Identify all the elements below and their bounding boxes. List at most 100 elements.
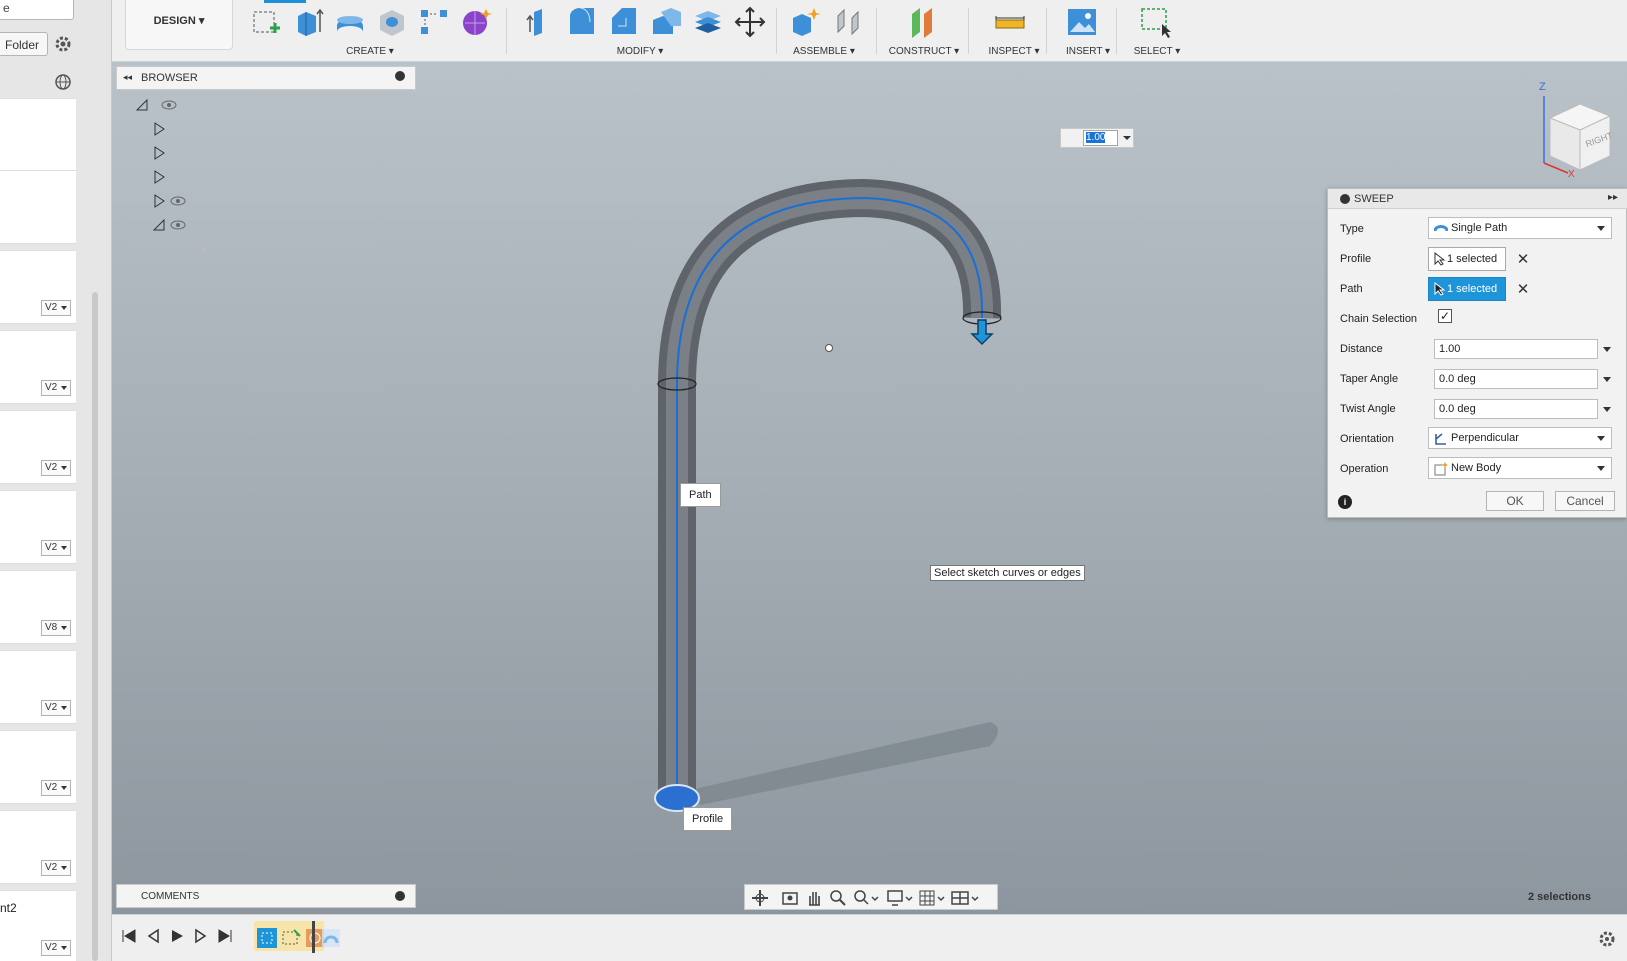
scrollbar[interactable]: [92, 292, 98, 961]
file-card[interactable]: V2: [0, 650, 76, 724]
timeline-plane-icon[interactable]: [280, 927, 302, 949]
play-icon[interactable]: [168, 927, 186, 945]
display-settings-icon[interactable]: [887, 889, 913, 907]
expand-triangle-icon[interactable]: [152, 194, 166, 208]
search-input[interactable]: e: [0, 0, 74, 20]
move-icon[interactable]: [734, 6, 766, 38]
file-card[interactable]: [0, 98, 76, 172]
create-sketch-icon[interactable]: [250, 6, 282, 38]
distance-input[interactable]: 1.00: [1434, 339, 1598, 359]
previous-step-icon[interactable]: [144, 927, 162, 945]
version-badge[interactable]: V2: [41, 860, 71, 876]
version-badge[interactable]: V2: [41, 940, 71, 956]
joint-icon[interactable]: [832, 6, 864, 38]
timeline-sketch-icon[interactable]: [256, 927, 278, 949]
visibility-eye-icon[interactable]: [170, 172, 186, 182]
select-icon[interactable]: [1140, 6, 1172, 38]
inspect-menu[interactable]: INSPECT ▾: [982, 46, 1046, 57]
orbit-icon[interactable]: [751, 889, 769, 907]
next-step-icon[interactable]: [192, 927, 210, 945]
distance-manipulator-value[interactable]: 1.00: [1083, 130, 1118, 146]
press-pull-icon[interactable]: [524, 6, 556, 38]
version-badge[interactable]: V2: [41, 700, 71, 716]
expand-triangle-icon[interactable]: [152, 146, 166, 160]
select-menu[interactable]: SELECT ▾: [1128, 46, 1186, 57]
shell-icon[interactable]: [650, 6, 682, 38]
insert-menu[interactable]: INSERT ▾: [1060, 46, 1116, 57]
extrude-icon[interactable]: [292, 6, 324, 38]
taper-angle-input[interactable]: 0.0 deg: [1434, 369, 1598, 389]
expand-triangle-icon[interactable]: [152, 122, 166, 136]
gear-icon[interactable]: [53, 34, 73, 54]
sweep-dialog-header[interactable]: SWEEP ▸▸: [1328, 189, 1627, 209]
timeline-sweep-icon[interactable]: [320, 927, 342, 949]
version-badge[interactable]: V8: [41, 620, 71, 636]
workspace-switcher[interactable]: DESIGN: [125, 0, 233, 50]
file-card[interactable]: V2: [0, 330, 76, 404]
add-comment-icon[interactable]: [395, 891, 405, 901]
collapse-triangle-icon[interactable]: [152, 218, 166, 232]
timeline-marker[interactable]: [312, 921, 315, 953]
ok-button[interactable]: OK: [1486, 491, 1544, 511]
clear-profile-icon[interactable]: ✕: [1516, 252, 1530, 267]
file-card[interactable]: [0, 170, 76, 244]
timeline-settings-icon[interactable]: [1598, 930, 1616, 948]
visibility-eye-icon[interactable]: [161, 100, 177, 110]
visibility-eye-icon[interactable]: [170, 220, 186, 230]
last-step-icon[interactable]: [216, 927, 234, 945]
file-card[interactable]: V2: [0, 410, 76, 484]
revolve-icon[interactable]: [334, 6, 366, 38]
offset-plane-icon[interactable]: [906, 6, 938, 38]
visibility-eye-icon[interactable]: [196, 244, 212, 254]
info-icon[interactable]: i: [1338, 495, 1352, 509]
modify-menu[interactable]: MODIFY ▾: [610, 46, 670, 57]
assemble-menu[interactable]: ASSEMBLE ▾: [786, 46, 862, 57]
taper-dropdown-icon[interactable]: [1602, 374, 1612, 384]
version-badge[interactable]: V2: [41, 300, 71, 316]
file-card[interactable]: V2: [0, 490, 76, 564]
viewports-icon[interactable]: [951, 889, 979, 907]
fillet-icon[interactable]: [566, 6, 598, 38]
chevron-down-icon[interactable]: [1122, 133, 1132, 143]
file-card[interactable]: V8: [0, 570, 76, 644]
split-body-icon[interactable]: [692, 6, 724, 38]
cancel-button[interactable]: Cancel: [1555, 491, 1615, 511]
viewcube[interactable]: RIGHT Z X: [1530, 78, 1622, 178]
version-badge[interactable]: V2: [41, 780, 71, 796]
pan-icon[interactable]: [805, 889, 823, 907]
insert-image-icon[interactable]: [1066, 6, 1098, 38]
clear-path-icon[interactable]: ✕: [1516, 282, 1530, 297]
grid-icon[interactable]: [919, 889, 945, 907]
measure-icon[interactable]: [994, 6, 1026, 38]
zoom-icon[interactable]: [829, 889, 847, 907]
pattern-icon[interactable]: [418, 6, 450, 38]
expand-dialog-icon[interactable]: ▸▸: [1608, 192, 1618, 203]
expand-triangle-icon[interactable]: [152, 170, 166, 184]
visibility-eye-icon[interactable]: [170, 196, 186, 206]
operation-select[interactable]: New Body: [1428, 457, 1612, 479]
file-card[interactable]: nt2 V2: [0, 890, 76, 961]
type-select[interactable]: Single Path: [1428, 217, 1612, 239]
create-menu[interactable]: CREATE ▾: [340, 46, 400, 57]
twist-dropdown-icon[interactable]: [1602, 404, 1612, 414]
collapse-browser-icon[interactable]: ◂◂: [123, 72, 132, 83]
browser-options-icon[interactable]: [395, 71, 405, 81]
construct-menu[interactable]: CONSTRUCT ▾: [884, 46, 964, 57]
hole-icon[interactable]: [376, 6, 408, 38]
fit-icon[interactable]: [853, 889, 879, 907]
version-badge[interactable]: V2: [41, 460, 71, 476]
file-card[interactable]: V2: [0, 250, 76, 324]
first-step-icon[interactable]: [120, 927, 138, 945]
version-badge[interactable]: V2: [41, 540, 71, 556]
version-badge[interactable]: V2: [41, 380, 71, 396]
new-folder-button[interactable]: Folder: [0, 32, 48, 56]
orientation-select[interactable]: Perpendicular: [1428, 427, 1612, 449]
twist-angle-input[interactable]: 0.0 deg: [1434, 399, 1598, 419]
distance-dropdown-icon[interactable]: [1602, 344, 1612, 354]
globe-icon[interactable]: [53, 72, 73, 92]
file-card[interactable]: V2: [0, 730, 76, 804]
chamfer-icon[interactable]: [608, 6, 640, 38]
file-card[interactable]: V2: [0, 810, 76, 884]
collapse-triangle-icon[interactable]: [135, 98, 149, 112]
create-form-icon[interactable]: [460, 6, 492, 38]
